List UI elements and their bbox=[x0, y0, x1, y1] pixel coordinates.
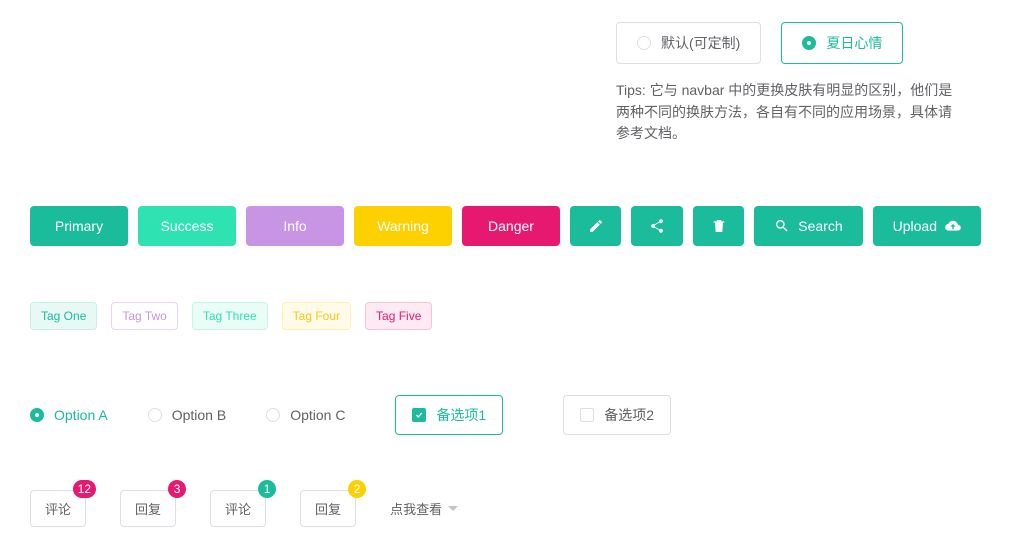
search-icon bbox=[774, 218, 790, 234]
radio-icon bbox=[637, 36, 651, 50]
checkbox-icon bbox=[412, 408, 426, 422]
badge-count: 1 bbox=[258, 480, 276, 498]
radio-option-c[interactable]: Option C bbox=[266, 407, 345, 423]
dropdown-label: 点我查看 bbox=[390, 499, 442, 518]
buttons-row: Primary Success Info Warning Danger Sear… bbox=[30, 206, 981, 246]
button-label: 评论 bbox=[45, 499, 71, 518]
badge-count: 3 bbox=[168, 480, 186, 498]
theme-radio-default-label: 默认(可定制) bbox=[661, 33, 740, 53]
chevron-down-icon bbox=[448, 506, 458, 511]
checkbox-icon bbox=[580, 408, 594, 422]
tag-label: Tag Three bbox=[203, 309, 257, 323]
checkbox-option-1[interactable]: 备选项1 bbox=[395, 395, 503, 435]
radio-option-b[interactable]: Option B bbox=[148, 407, 226, 423]
tag-three[interactable]: Tag Three bbox=[192, 302, 268, 330]
delete-button[interactable] bbox=[693, 206, 744, 246]
radio-label: Option B bbox=[172, 407, 226, 423]
primary-button[interactable]: Primary bbox=[30, 206, 128, 246]
radio-label: Option A bbox=[54, 407, 108, 423]
button-label: 回复 bbox=[135, 499, 161, 518]
badge-count: 12 bbox=[73, 480, 96, 498]
share-icon bbox=[649, 218, 665, 234]
tag-label: Tag Two bbox=[122, 309, 166, 323]
upload-button[interactable]: Upload bbox=[873, 206, 981, 246]
button-label: Upload bbox=[893, 218, 937, 234]
share-button[interactable] bbox=[631, 206, 682, 246]
danger-button[interactable]: Danger bbox=[462, 206, 560, 246]
tag-five[interactable]: Tag Five bbox=[365, 302, 432, 330]
choice-row: Option A Option B Option C 备选项1 备选项2 bbox=[30, 395, 701, 435]
dropdown-click-view[interactable]: 点我查看 bbox=[390, 499, 458, 518]
button-label: Warning bbox=[377, 218, 429, 234]
theme-radio-summer[interactable]: 夏日心情 bbox=[781, 22, 903, 64]
checkbox-label: 备选项1 bbox=[436, 405, 486, 425]
button-label: Danger bbox=[488, 218, 534, 234]
trash-icon bbox=[711, 218, 727, 234]
tags-row: Tag One Tag Two Tag Three Tag Four Tag F… bbox=[30, 302, 432, 330]
edit-button[interactable] bbox=[570, 206, 621, 246]
success-button[interactable]: Success bbox=[138, 206, 236, 246]
reply-button-2[interactable]: 回复 bbox=[300, 490, 356, 527]
tag-label: Tag Four bbox=[293, 309, 340, 323]
tag-label: Tag One bbox=[41, 309, 86, 323]
theme-card: 默认(可定制) 夏日心情 Tips: 它与 navbar 中的更换皮肤有明显的区… bbox=[596, 0, 982, 163]
theme-tips: Tips: 它与 navbar 中的更换皮肤有明显的区别，他们是两种不同的换肤方… bbox=[616, 80, 962, 145]
radio-icon bbox=[148, 408, 162, 422]
button-label: Primary bbox=[55, 218, 103, 234]
radio-option-a[interactable]: Option A bbox=[30, 407, 108, 423]
radio-label: Option C bbox=[290, 407, 345, 423]
checkbox-label: 备选项2 bbox=[604, 405, 654, 425]
theme-radio-summer-label: 夏日心情 bbox=[826, 33, 882, 53]
button-label: 评论 bbox=[225, 499, 251, 518]
tag-label: Tag Five bbox=[376, 309, 421, 323]
theme-radio-default[interactable]: 默认(可定制) bbox=[616, 22, 761, 64]
badges-row: 评论 12 回复 3 评论 1 回复 2 点我查看 bbox=[30, 490, 458, 527]
button-label: Success bbox=[161, 218, 214, 234]
tag-two[interactable]: Tag Two bbox=[111, 302, 177, 330]
info-button[interactable]: Info bbox=[246, 206, 344, 246]
reply-button-1[interactable]: 回复 bbox=[120, 490, 176, 527]
button-label: Search bbox=[798, 218, 842, 234]
tag-one[interactable]: Tag One bbox=[30, 302, 97, 330]
comment-button-2[interactable]: 评论 bbox=[210, 490, 266, 527]
warning-button[interactable]: Warning bbox=[354, 206, 452, 246]
tag-four[interactable]: Tag Four bbox=[282, 302, 351, 330]
button-label: Info bbox=[283, 218, 306, 234]
upload-icon bbox=[945, 218, 961, 234]
checkbox-option-2[interactable]: 备选项2 bbox=[563, 395, 671, 435]
radio-icon bbox=[266, 408, 280, 422]
button-label: 回复 bbox=[315, 499, 341, 518]
badge-count: 2 bbox=[348, 480, 366, 498]
radio-icon bbox=[30, 408, 44, 422]
radio-icon bbox=[802, 36, 816, 50]
edit-icon bbox=[588, 218, 604, 234]
search-button[interactable]: Search bbox=[754, 206, 862, 246]
